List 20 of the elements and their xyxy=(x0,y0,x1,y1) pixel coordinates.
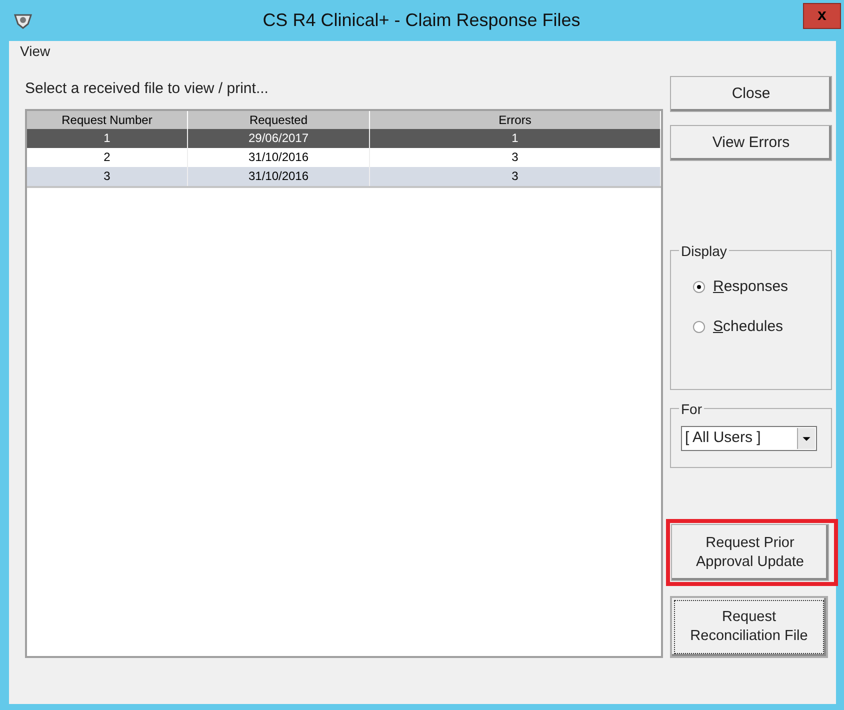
window-button[interactable]: View Errors xyxy=(670,125,832,161)
radio-button[interactable] xyxy=(693,320,705,333)
window-close-button[interactable]: x xyxy=(803,3,841,29)
table-row[interactable]: 1 29/06/2017 1 xyxy=(27,128,661,148)
radio-button[interactable] xyxy=(693,281,705,294)
user-dropdown[interactable]: [ All Users ] xyxy=(681,426,817,451)
menu-item[interactable]: View xyxy=(20,41,50,62)
request-button[interactable]: Request Prior Approval Update xyxy=(671,524,829,581)
radio-label[interactable]: Responses xyxy=(713,276,788,298)
table-cell: 3 xyxy=(27,166,188,186)
window-title: CS R4 Clinical+ - Claim Response Files xyxy=(262,9,580,32)
table-row[interactable]: 3 31/10/2016 3 xyxy=(27,166,661,186)
table-cell: 31/10/2016 xyxy=(188,166,370,186)
instruction-text: Select a received file to view / print... xyxy=(25,79,270,99)
table-row[interactable]: 2 31/10/2016 3 xyxy=(27,148,661,166)
app-icon xyxy=(13,12,33,30)
window-button[interactable]: Close xyxy=(670,76,832,112)
request-button[interactable]: Request Reconciliation File xyxy=(670,596,828,658)
radio-label[interactable]: Schedules xyxy=(713,316,784,338)
table-cell: 3 xyxy=(370,166,661,186)
